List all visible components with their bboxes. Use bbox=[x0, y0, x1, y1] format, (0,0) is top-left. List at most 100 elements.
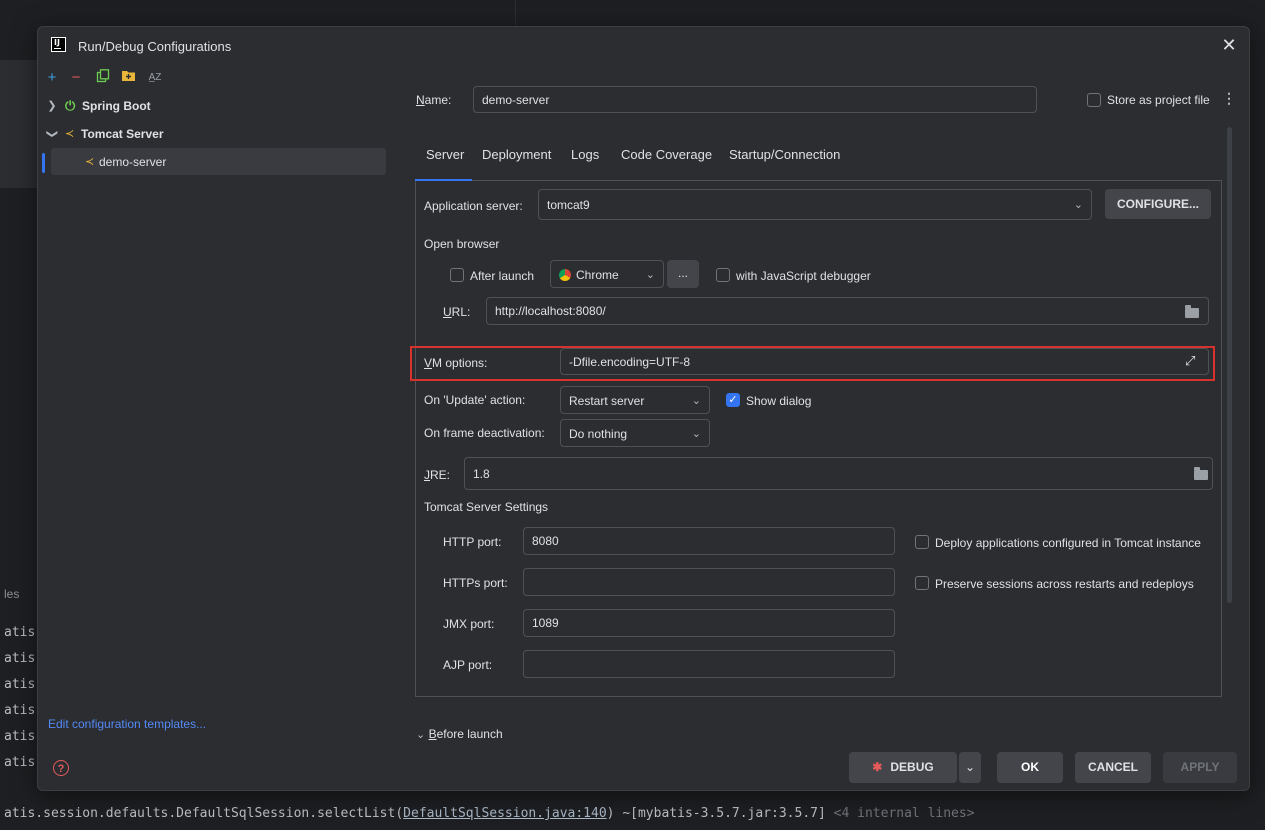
https-port-label: HTTPs port: bbox=[443, 576, 508, 590]
deploy-applications-checkbox[interactable] bbox=[915, 535, 929, 549]
ajp-port-field[interactable] bbox=[523, 650, 895, 678]
application-server-value: tomcat9 bbox=[547, 198, 590, 212]
deploy-applications-label: Deploy applications configured in Tomcat… bbox=[935, 536, 1201, 550]
help-icon[interactable]: ? bbox=[53, 760, 69, 776]
ide-divider bbox=[515, 0, 516, 26]
browser-options-button[interactable]: ... bbox=[667, 260, 699, 288]
console-text: ) ~[mybatis-3.5.7.jar:3.5.7] bbox=[606, 806, 826, 821]
jmx-port-field[interactable] bbox=[523, 609, 895, 637]
browser-select[interactable]: Chrome ⌄ bbox=[550, 260, 664, 288]
folder-icon[interactable] bbox=[1194, 467, 1208, 480]
jre-label: JRE: bbox=[424, 468, 451, 482]
chevron-right-icon: ❯ bbox=[47, 100, 57, 112]
tab-deployment[interactable]: Deployment bbox=[482, 147, 551, 162]
js-debugger-checkbox[interactable] bbox=[716, 268, 730, 282]
intellij-app-icon: IJ bbox=[51, 37, 66, 52]
close-icon[interactable]: ✕ bbox=[1219, 35, 1239, 55]
apply-button[interactable]: APPLY bbox=[1163, 752, 1237, 783]
tree-item-label: Spring Boot bbox=[82, 99, 151, 113]
more-options-icon[interactable]: ⋮ bbox=[1222, 90, 1236, 107]
active-tab-indicator bbox=[415, 179, 472, 181]
name-field[interactable] bbox=[473, 86, 1037, 113]
sort-icon[interactable]: A̲Z bbox=[146, 69, 164, 87]
folder-icon[interactable] bbox=[119, 69, 137, 87]
name-label-rest: ame: bbox=[424, 93, 452, 107]
browser-value: Chrome bbox=[576, 268, 619, 282]
debug-button[interactable]: ✱ DEBUG bbox=[849, 752, 957, 783]
https-port-field[interactable] bbox=[523, 568, 895, 596]
show-dialog-checkbox[interactable]: ✓ bbox=[726, 393, 740, 407]
before-launch-toggle[interactable]: ⌄ Before launch bbox=[416, 727, 503, 741]
show-dialog-label: Show dialog bbox=[746, 394, 812, 408]
chevron-down-icon: ⌄ bbox=[645, 269, 655, 281]
tomcat-icon: ≺ bbox=[85, 156, 95, 168]
vm-options-field[interactable] bbox=[560, 348, 1209, 375]
bug-icon: ✱ bbox=[872, 760, 883, 774]
chevron-down-icon: ❯ bbox=[46, 129, 58, 139]
add-icon[interactable]: + bbox=[43, 69, 61, 87]
vertical-scrollbar[interactable] bbox=[1227, 127, 1232, 603]
frame-deactivation-select[interactable]: Do nothing ⌄ bbox=[560, 419, 710, 447]
jmx-port-label: JMX port: bbox=[443, 617, 495, 631]
tree-item-label: Tomcat Server bbox=[81, 127, 164, 141]
expand-icon[interactable]: ⤢ bbox=[1185, 353, 1195, 369]
tree-item-tomcat-server[interactable]: ❯ ≺ Tomcat Server bbox=[38, 121, 386, 147]
tree-item-label: demo-server bbox=[99, 155, 167, 169]
http-port-field[interactable] bbox=[523, 527, 895, 555]
http-port-label: HTTP port: bbox=[443, 535, 502, 549]
chevron-down-icon: ⌄ bbox=[964, 760, 976, 774]
name-label: Name: bbox=[416, 93, 452, 107]
console-text: atis.session.defaults.DefaultSqlSession.… bbox=[4, 806, 404, 821]
console-line-last: atis.session.defaults.DefaultSqlSession.… bbox=[4, 806, 975, 821]
tab-logs[interactable]: Logs bbox=[571, 147, 599, 162]
dialog-titlebar: IJ Run/Debug Configurations ✕ bbox=[38, 27, 1249, 65]
run-debug-configurations-dialog: IJ Run/Debug Configurations ✕ + − A̲Z ❯ … bbox=[37, 26, 1250, 791]
chevron-down-icon: ⌄ bbox=[691, 395, 701, 407]
folder-icon[interactable] bbox=[1185, 305, 1199, 318]
tab-server[interactable]: Server bbox=[426, 147, 464, 162]
tomcat-icon: ≺ bbox=[65, 128, 75, 140]
console-source-link[interactable]: DefaultSqlSession.java:140 bbox=[403, 806, 607, 821]
chevron-down-icon: ⌄ bbox=[416, 729, 426, 741]
frame-deactivation-label: On frame deactivation: bbox=[424, 426, 545, 440]
update-action-select[interactable]: Restart server ⌄ bbox=[560, 386, 710, 414]
after-launch-checkbox[interactable] bbox=[450, 268, 464, 282]
tab-startup-connection[interactable]: Startup/Connection bbox=[729, 147, 840, 162]
js-debugger-label: with JavaScript debugger bbox=[736, 269, 871, 283]
copy-icon[interactable] bbox=[94, 69, 112, 87]
remove-icon[interactable]: − bbox=[67, 69, 85, 87]
preserve-sessions-label: Preserve sessions across restarts and re… bbox=[935, 577, 1194, 591]
dialog-title: Run/Debug Configurations bbox=[78, 39, 232, 54]
tree-item-demo-server[interactable]: ≺ demo-server bbox=[38, 149, 386, 175]
cancel-button[interactable]: CANCEL bbox=[1075, 752, 1151, 783]
ide-top-bar bbox=[0, 0, 1265, 26]
tab-code-coverage[interactable]: Code Coverage bbox=[621, 147, 712, 162]
spring-boot-icon: ⏻ bbox=[65, 98, 76, 113]
debug-dropdown-button[interactable]: ⌄ bbox=[959, 752, 981, 783]
store-as-project-file-checkbox[interactable] bbox=[1087, 93, 1101, 107]
vm-options-label: VM options: bbox=[424, 356, 488, 370]
url-field[interactable] bbox=[486, 297, 1209, 325]
ide-editor-strip bbox=[0, 60, 38, 188]
ok-button[interactable]: OK bbox=[997, 752, 1063, 783]
tomcat-server-settings-heading: Tomcat Server Settings bbox=[424, 500, 549, 514]
ajp-port-label: AJP port: bbox=[443, 658, 493, 672]
jre-field[interactable] bbox=[464, 457, 1213, 490]
preserve-sessions-checkbox[interactable] bbox=[915, 576, 929, 590]
chevron-down-icon: ⌄ bbox=[1073, 199, 1083, 211]
configure-button[interactable]: CONFIGURE... bbox=[1105, 189, 1211, 219]
update-action-value: Restart server bbox=[569, 394, 645, 408]
chrome-icon bbox=[559, 269, 571, 281]
debug-button-label: DEBUG bbox=[890, 760, 934, 774]
frame-deactivation-value: Do nothing bbox=[569, 427, 628, 441]
console-internal-lines[interactable]: <4 internal lines> bbox=[826, 806, 975, 821]
url-label: URL: bbox=[443, 305, 471, 319]
application-server-select[interactable]: tomcat9 ⌄ bbox=[538, 189, 1092, 220]
after-launch-label: After launch bbox=[470, 269, 535, 283]
edit-configuration-templates-link[interactable]: Edit configuration templates... bbox=[48, 717, 206, 731]
update-action-label: On 'Update' action: bbox=[424, 393, 526, 407]
tree-item-spring-boot[interactable]: ❯ ⏻ Spring Boot bbox=[38, 93, 386, 119]
store-as-project-file-label: Store as project file bbox=[1107, 93, 1210, 107]
ide-side-label: les bbox=[4, 587, 20, 601]
chevron-down-icon: ⌄ bbox=[691, 428, 701, 440]
